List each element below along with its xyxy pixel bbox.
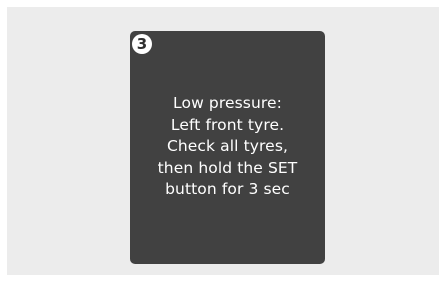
message-line-3: Check all tyres,	[166, 137, 289, 155]
message-line-4: then hold the SET	[157, 158, 298, 177]
step-number-badge: 3	[132, 34, 152, 54]
instrument-display-screen: 3 Low pressure: Left front tyre. Check a…	[130, 31, 325, 264]
tyre-pressure-warning-message: Low pressure: Left front tyre. Check all…	[130, 93, 325, 201]
message-line-1: Low pressure:	[173, 94, 282, 112]
message-line-2: Left front tyre.	[170, 115, 285, 134]
message-line-5: button for 3 sec	[165, 180, 290, 198]
